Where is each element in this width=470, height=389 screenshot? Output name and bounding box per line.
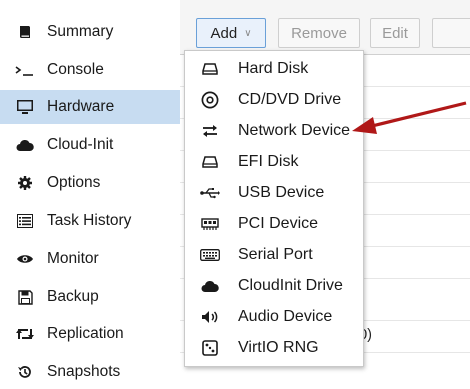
add-button[interactable]: Add ∨ [196,18,266,48]
sidebar-item-summary[interactable]: Summary [0,15,180,49]
menu-item-label: Network Device [238,121,351,139]
cloud-icon [199,275,221,297]
sidebar: Summary Console Hardware Cloud-Init Opti… [0,0,181,388]
menu-item-hard-disk[interactable]: Hard Disk [185,53,363,84]
hdd-icon [199,151,221,173]
retweet-icon [14,323,36,345]
sidebar-item-label: Summary [47,23,114,40]
cloud-icon [14,134,36,156]
menu-item-audio-device[interactable]: Audio Device [185,301,363,332]
usb-icon [199,182,221,204]
sidebar-item-hardware[interactable]: Hardware [0,90,180,124]
sidebar-item-label: Console [47,61,104,78]
menu-item-cd-dvd-drive[interactable]: CD/DVD Drive [185,84,363,115]
list-icon [14,210,36,232]
sidebar-item-backup[interactable]: Backup [0,280,180,314]
volume-icon [199,306,221,328]
eye-icon [14,248,36,270]
edit-button[interactable]: Edit [370,18,420,48]
edit-button-label: Edit [382,24,408,42]
toolbar-button-partial[interactable] [432,18,470,48]
history-icon [14,361,36,383]
sidebar-item-label: Cloud-Init [47,136,114,153]
menu-item-pci-device[interactable]: PCI Device [185,208,363,239]
menu-item-label: EFI Disk [238,152,299,170]
terminal-icon [14,59,36,81]
menu-item-label: Serial Port [238,245,313,263]
menu-item-label: Audio Device [238,307,333,325]
sidebar-item-replication[interactable]: Replication [0,317,180,351]
chevron-down-icon: ∨ [244,27,252,39]
menu-item-label: CD/DVD Drive [238,90,342,108]
gear-icon [14,172,36,194]
menu-item-usb-device[interactable]: USB Device [185,177,363,208]
dice-icon [199,337,221,359]
menu-item-label: Hard Disk [238,59,309,77]
sidebar-item-label: Task History [47,212,132,229]
menu-item-cloudinit-drive[interactable]: CloudInit Drive [185,270,363,301]
cd-icon [199,89,221,111]
sidebar-item-label: Replication [47,325,124,342]
sidebar-item-cloud-init[interactable]: Cloud-Init [0,128,180,162]
exchange-icon [199,120,221,142]
pci-card-icon [199,213,221,235]
add-dropdown-menu: Hard Disk CD/DVD Drive Network Device EF… [184,50,364,367]
menu-item-network-device[interactable]: Network Device [185,115,363,146]
menu-item-virtio-rng[interactable]: VirtIO RNG [185,332,363,363]
menu-item-label: VirtIO RNG [238,338,319,356]
remove-button[interactable]: Remove [278,18,360,48]
sidebar-item-label: Options [47,174,101,191]
menu-item-label: PCI Device [238,214,319,232]
sidebar-item-label: Snapshots [47,363,121,380]
sidebar-item-label: Monitor [47,250,99,267]
floppy-icon [14,286,36,308]
sidebar-item-monitor[interactable]: Monitor [0,242,180,276]
menu-item-label: USB Device [238,183,325,201]
keyboard-icon [199,244,221,266]
sidebar-item-snapshots[interactable]: Snapshots [0,355,180,389]
sidebar-item-label: Hardware [47,98,115,115]
sidebar-item-task-history[interactable]: Task History [0,204,180,238]
toolbar: Add ∨ Remove Edit [180,0,470,55]
sidebar-item-label: Backup [47,288,99,305]
remove-button-label: Remove [291,24,347,42]
monitor-icon [14,96,36,118]
sidebar-item-options[interactable]: Options [0,166,180,200]
hdd-icon [199,58,221,80]
menu-item-efi-disk[interactable]: EFI Disk [185,146,363,177]
menu-item-label: CloudInit Drive [238,276,343,294]
book-icon [14,21,36,43]
add-button-label: Add [210,24,238,42]
sidebar-item-console[interactable]: Console [0,53,180,87]
menu-item-serial-port[interactable]: Serial Port [185,239,363,270]
